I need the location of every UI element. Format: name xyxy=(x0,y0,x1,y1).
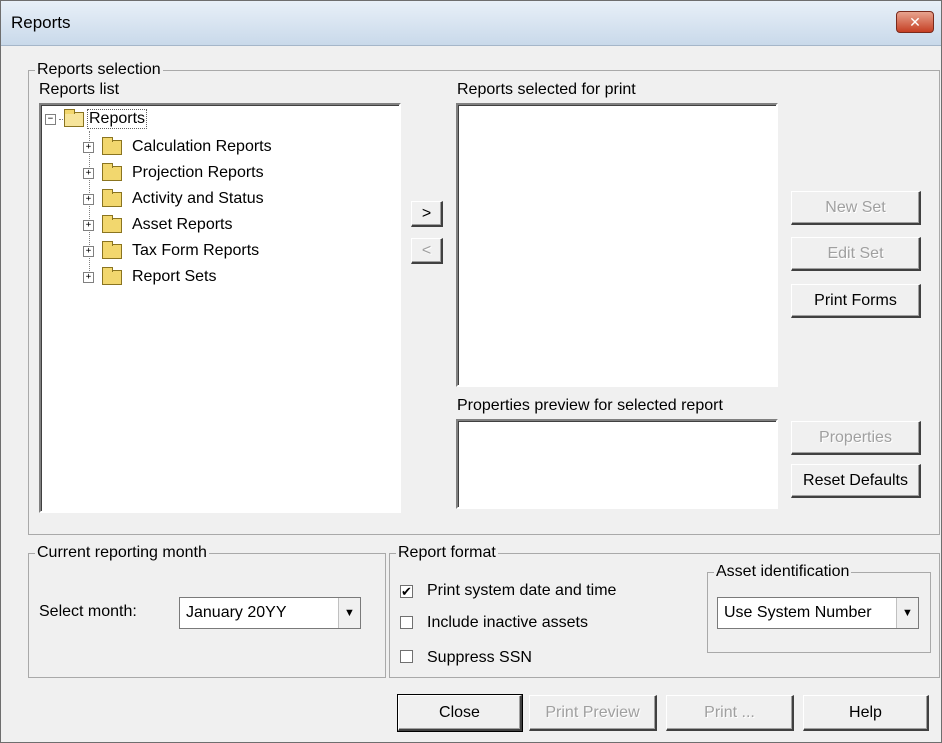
month-select-value: January 20YY xyxy=(186,604,287,621)
suppress-ssn-checkbox[interactable] xyxy=(400,650,413,663)
add-to-print-button[interactable]: > xyxy=(411,201,443,227)
tree-node-calculation-reports[interactable]: + Calculation Reports xyxy=(83,135,272,159)
chevron-down-icon[interactable]: ▼ xyxy=(896,598,918,628)
tree-item-label: Activity and Status xyxy=(132,190,264,207)
close-button[interactable]: Close xyxy=(397,694,523,732)
suppress-ssn-label: Suppress SSN xyxy=(427,649,532,666)
include-inactive-label: Include inactive assets xyxy=(427,614,588,631)
new-set-button[interactable]: New Set xyxy=(791,191,921,225)
folder-icon xyxy=(102,136,122,155)
report-format-legend: Report format xyxy=(398,544,496,561)
asset-identification-legend: Asset identification xyxy=(716,563,850,580)
open-folder-icon xyxy=(64,108,84,127)
reset-defaults-button[interactable]: Reset Defaults xyxy=(791,464,921,498)
chevron-down-icon[interactable]: ▼ xyxy=(338,598,360,628)
print-forms-button[interactable]: Print Forms xyxy=(791,284,921,318)
help-button[interactable]: Help xyxy=(803,695,929,731)
reports-selected-list[interactable] xyxy=(456,103,778,387)
properties-preview-box xyxy=(456,419,778,509)
edit-set-button[interactable]: Edit Set xyxy=(791,237,921,271)
expand-icon[interactable]: + xyxy=(83,141,94,153)
close-icon[interactable]: ✕ xyxy=(896,11,934,33)
folder-icon xyxy=(102,162,122,181)
folder-icon xyxy=(102,214,122,233)
tree-node-tax-form-reports[interactable]: + Tax Form Reports xyxy=(83,239,259,263)
print-date-checkbox[interactable]: ✔ xyxy=(400,585,413,598)
remove-from-print-button[interactable]: < xyxy=(411,238,443,264)
tree-node-asset-reports[interactable]: + Asset Reports xyxy=(83,213,232,237)
reports-selection-legend: Reports selection xyxy=(37,61,161,78)
select-month-label: Select month: xyxy=(39,603,137,620)
tree-node-projection-reports[interactable]: + Projection Reports xyxy=(83,161,264,185)
tree-item-label: Projection Reports xyxy=(132,164,264,181)
asset-identification-value: Use System Number xyxy=(724,604,872,621)
folder-icon xyxy=(102,266,122,285)
tree-node-activity-and-status[interactable]: + Activity and Status xyxy=(83,187,264,211)
window-title: Reports xyxy=(11,13,71,32)
expand-icon[interactable]: + xyxy=(83,193,94,205)
reports-tree[interactable]: − Reports + Calculation Reports + Projec… xyxy=(39,103,401,513)
tree-root-label: Reports xyxy=(86,109,148,129)
expand-icon[interactable]: + xyxy=(83,245,94,257)
reports-dialog: Reports ✕ Reports selection Reports list… xyxy=(0,0,942,743)
properties-preview-label: Properties preview for selected report xyxy=(457,397,723,414)
reports-selected-label: Reports selected for print xyxy=(457,81,636,98)
tree-node-reports[interactable]: − Reports xyxy=(45,107,148,131)
print-preview-button[interactable]: Print Preview xyxy=(529,695,657,731)
asset-identification-select[interactable]: Use System Number ▼ xyxy=(717,597,919,629)
folder-icon xyxy=(102,240,122,259)
reporting-month-legend: Current reporting month xyxy=(37,544,207,561)
title-bar: Reports ✕ xyxy=(1,1,941,46)
include-inactive-checkbox[interactable] xyxy=(400,616,413,629)
tree-item-label: Asset Reports xyxy=(132,216,233,233)
expand-icon[interactable]: + xyxy=(83,167,94,179)
tree-node-report-sets[interactable]: + Report Sets xyxy=(83,265,216,289)
month-select[interactable]: January 20YY ▼ xyxy=(179,597,361,629)
expand-icon[interactable]: + xyxy=(83,219,94,231)
collapse-icon[interactable]: − xyxy=(45,113,56,125)
properties-button[interactable]: Properties xyxy=(791,421,921,455)
print-button[interactable]: Print ... xyxy=(666,695,794,731)
folder-icon xyxy=(102,188,122,207)
reports-list-label: Reports list xyxy=(39,81,120,98)
expand-icon[interactable]: + xyxy=(83,271,94,283)
tree-item-label: Calculation Reports xyxy=(132,138,272,155)
tree-item-label: Tax Form Reports xyxy=(132,242,260,259)
tree-item-label: Report Sets xyxy=(132,268,217,285)
print-date-label: Print system date and time xyxy=(427,582,617,599)
